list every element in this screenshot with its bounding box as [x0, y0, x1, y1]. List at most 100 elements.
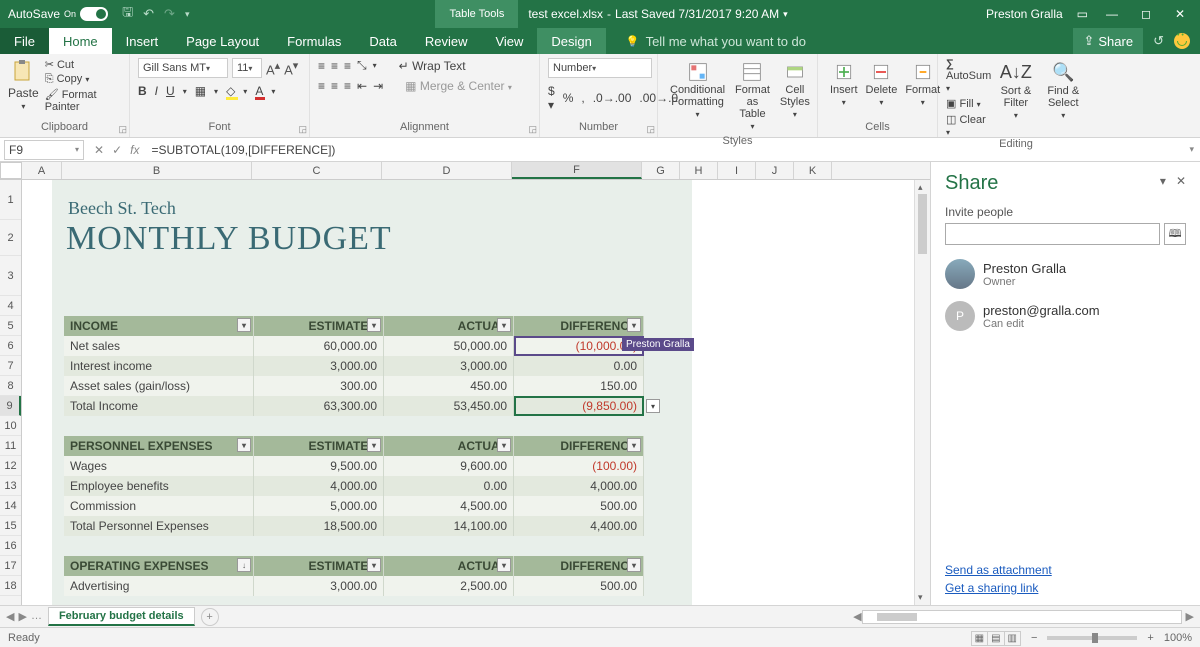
- filter-dropdown-icon[interactable]: ▾: [627, 438, 641, 452]
- name-box[interactable]: F9▾: [4, 140, 84, 160]
- scrollbar-thumb[interactable]: [918, 194, 927, 254]
- row-header[interactable]: 9: [0, 396, 21, 416]
- tab-review[interactable]: Review: [411, 28, 482, 54]
- col-header[interactable]: I: [718, 162, 756, 179]
- tell-me-search[interactable]: 💡 Tell me what you want to do: [606, 28, 1074, 54]
- select-all-button[interactable]: [0, 162, 22, 179]
- col-header[interactable]: J: [756, 162, 794, 179]
- filter-dropdown-icon[interactable]: ▾: [237, 438, 251, 452]
- row-header[interactable]: 10: [0, 416, 21, 436]
- filter-dropdown-icon[interactable]: ▾: [497, 438, 511, 452]
- table-row[interactable]: Commission5,000.004,500.00500.00: [64, 496, 644, 516]
- row-header[interactable]: 17: [0, 556, 21, 576]
- ribbon-display-icon[interactable]: ▭: [1077, 7, 1088, 21]
- col-header[interactable]: A: [22, 162, 62, 179]
- dialog-launcher-icon[interactable]: ◲: [528, 124, 537, 135]
- fill-button[interactable]: ▣ Fill ▾: [946, 97, 991, 110]
- zoom-out-button[interactable]: −: [1031, 632, 1037, 644]
- scroll-right-icon[interactable]: ▶: [1186, 610, 1194, 623]
- scroll-down-icon[interactable]: ▾: [918, 592, 923, 603]
- zoom-percent[interactable]: 100%: [1164, 632, 1192, 644]
- table-row[interactable]: Total Income63,300.0053,450.00(9,850.00): [64, 396, 644, 416]
- filter-dropdown-icon[interactable]: ▾: [367, 438, 381, 452]
- table-row[interactable]: Asset sales (gain/loss)300.00450.00150.0…: [64, 376, 644, 396]
- col-header[interactable]: C: [252, 162, 382, 179]
- tab-data[interactable]: Data: [355, 28, 410, 54]
- prev-sheet-icon[interactable]: ◀: [6, 610, 14, 623]
- autosum-button[interactable]: ∑ AutoSum ▾: [946, 58, 991, 94]
- scroll-left-icon[interactable]: ◀: [853, 610, 861, 623]
- border-button[interactable]: ▦: [195, 84, 206, 98]
- clear-button[interactable]: ◫ Clear ▾: [946, 113, 991, 138]
- format-as-table-button[interactable]: Format as Table▾: [731, 58, 774, 135]
- sharing-link[interactable]: Get a sharing link: [945, 581, 1052, 595]
- table-row[interactable]: Advertising3,000.002,500.00500.00: [64, 576, 644, 596]
- tab-design[interactable]: Design: [537, 28, 605, 54]
- conditional-formatting-button[interactable]: Conditional Formatting▾: [666, 58, 729, 135]
- switch-icon[interactable]: [80, 7, 108, 21]
- bold-button[interactable]: B: [138, 84, 147, 98]
- tab-home[interactable]: Home: [49, 28, 112, 54]
- insert-cells-button[interactable]: Insert▾: [826, 58, 862, 111]
- decrease-indent-icon[interactable]: ⇤: [357, 79, 367, 93]
- increase-indent-icon[interactable]: ⇥: [373, 79, 383, 93]
- panel-close-icon[interactable]: ✕: [1176, 174, 1186, 188]
- chevron-down-icon[interactable]: ▾: [21, 102, 25, 111]
- tab-formulas[interactable]: Formulas: [273, 28, 355, 54]
- table-row[interactable]: Total Personnel Expenses18,500.0014,100.…: [64, 516, 644, 536]
- col-header[interactable]: B: [62, 162, 252, 179]
- person-row[interactable]: P preston@gralla.comCan edit: [945, 301, 1186, 331]
- font-size-select[interactable]: 11: [232, 58, 262, 78]
- filter-dropdown-icon[interactable]: ▾: [497, 318, 511, 332]
- autosave-toggle[interactable]: AutoSave On: [0, 7, 116, 21]
- zoom-slider[interactable]: [1047, 636, 1137, 640]
- share-button[interactable]: ⇪ Share: [1073, 28, 1143, 54]
- table-row[interactable]: Employee benefits4,000.000.004,000.00: [64, 476, 644, 496]
- find-select-button[interactable]: 🔍Find & Select▾: [1041, 58, 1086, 138]
- format-painter-button[interactable]: 🖌 Format Painter: [45, 88, 121, 113]
- col-header[interactable]: G: [642, 162, 680, 179]
- copy-button[interactable]: ⎘ Copy ▾: [45, 73, 121, 86]
- increase-decimal-icon[interactable]: .0→.00: [593, 91, 632, 105]
- maximize-button[interactable]: ◻: [1136, 7, 1156, 21]
- fx-icon[interactable]: fx: [130, 143, 139, 157]
- align-center-icon[interactable]: ≡: [331, 79, 338, 93]
- delete-cells-button[interactable]: Delete▾: [862, 58, 902, 111]
- comma-button[interactable]: ,: [581, 91, 584, 105]
- row-header[interactable]: 11: [0, 436, 21, 456]
- next-sheet-icon[interactable]: ▶: [18, 610, 26, 623]
- enter-formula-icon[interactable]: ✓: [112, 143, 122, 157]
- expand-formula-icon[interactable]: ▾: [1183, 144, 1200, 155]
- row-header[interactable]: 7: [0, 356, 21, 376]
- col-header[interactable]: D: [382, 162, 512, 179]
- row-header[interactable]: 8: [0, 376, 21, 396]
- filter-dropdown-icon[interactable]: ▾: [497, 558, 511, 572]
- align-bottom-icon[interactable]: ≡: [344, 59, 351, 73]
- percent-button[interactable]: %: [563, 91, 574, 105]
- font-color-button[interactable]: A: [255, 84, 263, 98]
- orientation-icon[interactable]: ⤡: [357, 58, 367, 73]
- close-button[interactable]: ✕: [1170, 7, 1190, 21]
- cell-styles-button[interactable]: Cell Styles▾: [776, 58, 814, 135]
- normal-view-button[interactable]: ▦: [971, 631, 988, 646]
- table-row[interactable]: Net sales60,000.0050,000.00(10,000.00): [64, 336, 644, 356]
- fill-color-button[interactable]: ◇: [226, 84, 235, 98]
- row-header[interactable]: 4: [0, 296, 21, 316]
- tab-page-layout[interactable]: Page Layout: [172, 28, 273, 54]
- minimize-button[interactable]: —: [1102, 7, 1122, 21]
- dialog-launcher-icon[interactable]: ◲: [646, 124, 655, 135]
- tab-file[interactable]: File: [0, 28, 49, 54]
- address-book-icon[interactable]: 🕮: [1164, 223, 1186, 245]
- row-header[interactable]: 6: [0, 336, 21, 356]
- undo-icon[interactable]: ↶: [143, 6, 154, 22]
- chevron-down-icon[interactable]: ▾: [783, 9, 788, 20]
- row-header[interactable]: 16: [0, 536, 21, 556]
- row-header[interactable]: 1: [0, 180, 21, 220]
- table-expand-icon[interactable]: ▾: [646, 399, 660, 413]
- zoom-in-button[interactable]: +: [1147, 632, 1153, 644]
- accounting-format-button[interactable]: $ ▾: [548, 84, 555, 112]
- sheet-tab[interactable]: February budget details: [48, 607, 195, 626]
- cancel-formula-icon[interactable]: ✕: [94, 143, 104, 157]
- dialog-launcher-icon[interactable]: ◲: [118, 124, 127, 135]
- scrollbar-thumb[interactable]: [877, 613, 917, 621]
